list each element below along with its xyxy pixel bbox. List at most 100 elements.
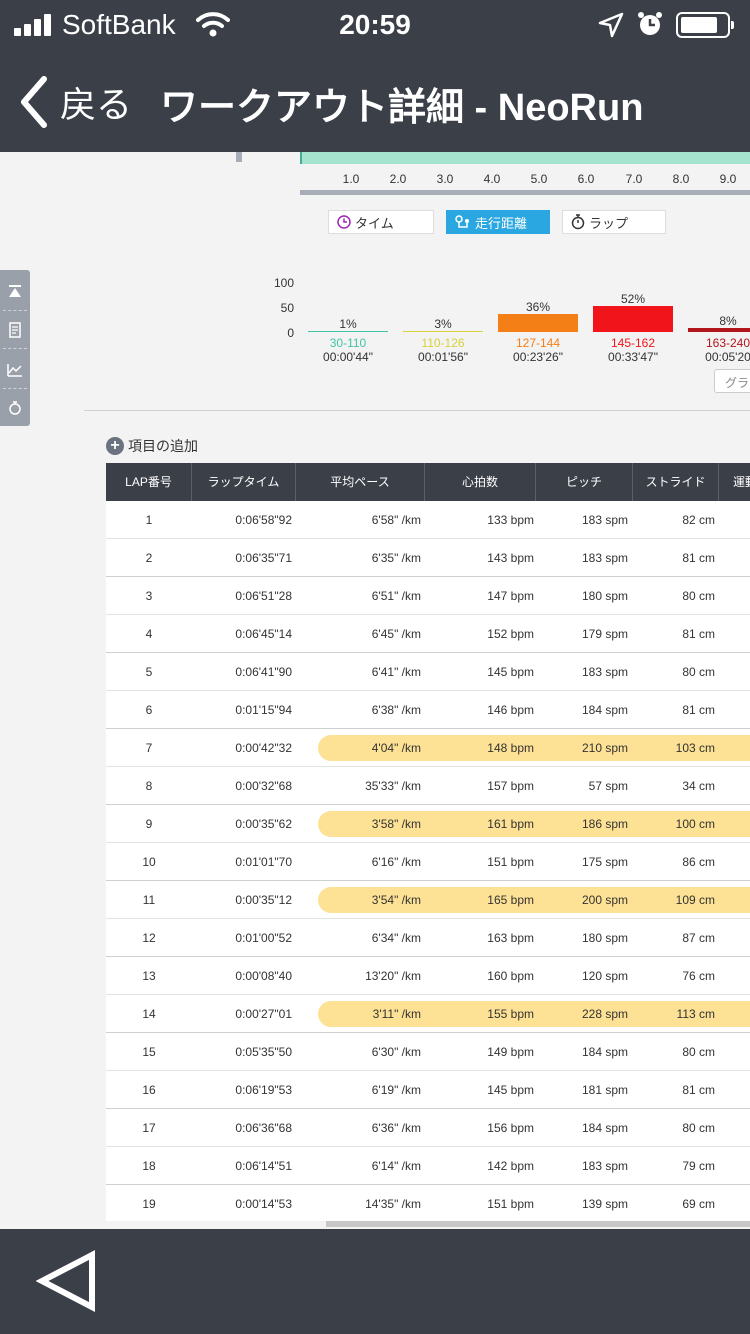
table-row[interactable]: 17 0:06'36"68 6'36" /km 156 bpm 184 spm 80 cm: [106, 1109, 750, 1147]
cell-lap-time: 0:00'08"40: [235, 969, 292, 983]
table-row[interactable]: 5 0:06'41"90 6'41" /km 145 bpm 183 spm 80 cm: [106, 653, 750, 691]
table-row[interactable]: 6 0:01'15"94 6'38" /km 146 bpm 184 spm 81 cm: [106, 691, 750, 729]
cell-lap-number: 19: [142, 1197, 156, 1211]
zone-percent: 36%: [525, 300, 551, 314]
cell-lap-number: 9: [145, 817, 153, 831]
table-row[interactable]: 13 0:00'08"40 13'20" /km 160 bpm 120 spm 76 c…: [106, 957, 750, 995]
table-row[interactable]: 8 0:00'32"68 35'33" /km 157 bpm 57 spm 34 cm: [106, 767, 750, 805]
cell-lap-time: 0:06'36"68: [235, 1121, 292, 1135]
table-row[interactable]: 19 0:00'14"53 14'35" /km 151 bpm 139 spm 69 c…: [106, 1185, 750, 1223]
cell-stride: 79 cm: [682, 1159, 715, 1173]
cell-avg-pace: 6'41" /km: [371, 665, 421, 679]
y-tick: 100: [273, 276, 294, 290]
col-pitch[interactable]: ピッチ: [536, 463, 633, 501]
chart-icon[interactable]: [5, 360, 25, 380]
table-row[interactable]: 3 0:06'51"28 6'51" /km 147 bpm 180 spm 80 cm: [106, 577, 750, 615]
graph-button[interactable]: グラ: [714, 369, 750, 393]
x-tick: 9.0: [719, 172, 737, 186]
back-button[interactable]: 戻る: [16, 74, 132, 130]
table-row[interactable]: 15 0:05'35"50 6'30" /km 149 bpm 184 spm 80 cm: [106, 1033, 750, 1071]
cell-lap-time: 0:00'32"68: [235, 779, 292, 793]
cell-lap-number: 4: [145, 627, 153, 641]
zone-percent: 8%: [719, 314, 737, 328]
cell-lap-number: 5: [145, 665, 153, 679]
col-exercise[interactable]: 運動: [719, 463, 750, 501]
table-row[interactable]: 16 0:06'19"53 6'19" /km 145 bpm 181 spm 81 cm: [106, 1071, 750, 1109]
col-lap-time[interactable]: ラップタイム: [192, 463, 296, 501]
table-header: LAP番号 ラップタイム 平均ペース 心拍数 ピッチ ストライド 運動: [106, 463, 750, 501]
cell-heart-rate: 155 bpm: [487, 1007, 534, 1021]
graph-scroll-stub: [236, 152, 242, 162]
tab-lap-label: ラップ: [589, 215, 629, 231]
table-row[interactable]: 11 0:00'35"12 3'54" /km 165 bpm 200 spm 109 c…: [106, 881, 750, 919]
notes-icon[interactable]: [5, 320, 25, 340]
zone-range: 163-240: [705, 336, 750, 350]
tab-time[interactable]: タイム: [328, 210, 434, 234]
table-row[interactable]: 4 0:06'45"14 6'45" /km 152 bpm 179 spm 81 cm: [106, 615, 750, 653]
zone-bar: [688, 328, 750, 332]
col-stride[interactable]: ストライド: [633, 463, 719, 501]
bottom-bar: [0, 1229, 750, 1334]
stopwatch-icon[interactable]: [5, 398, 25, 418]
col-lap-number[interactable]: LAP番号: [106, 463, 192, 501]
table-row[interactable]: 18 0:06'14"51 6'14" /km 142 bpm 183 spm 79 cm: [106, 1147, 750, 1185]
heart-rate-zone-chart: 100 50 0 1% 30-110 00:00'44" 3% 110-126 00:01…: [270, 270, 750, 380]
x-tick: 4.0: [483, 172, 501, 186]
scroll-top-icon[interactable]: [5, 282, 25, 302]
alarm-clock-icon: [638, 12, 662, 35]
cell-stride: 80 cm: [682, 589, 715, 603]
back-triangle-icon[interactable]: [36, 1249, 100, 1313]
cell-lap-time: 0:06'35"71: [235, 551, 292, 565]
table-row[interactable]: 12 0:01'00"52 6'34" /km 163 bpm 180 spm 87 cm: [106, 919, 750, 957]
page-title: ワークアウト詳細 - NeoRun: [160, 87, 644, 129]
cell-heart-rate: 151 bpm: [487, 1197, 534, 1211]
cell-pitch: 57 spm: [588, 779, 628, 793]
cell-stride: 81 cm: [682, 627, 715, 641]
zone-range: 145-162: [610, 336, 656, 350]
cell-avg-pace: 6'16" /km: [371, 855, 421, 869]
cell-pitch: 180 spm: [581, 589, 628, 603]
table-row[interactable]: 9 0:00'35"62 3'58" /km 161 bpm 186 spm 100 cm: [106, 805, 750, 843]
route-icon: [455, 215, 469, 228]
table-row[interactable]: 14 0:00'27"01 3'11" /km 155 bpm 228 spm 113 c…: [106, 995, 750, 1033]
graph-scrollbar[interactable]: [300, 190, 750, 195]
graph-area-strip: [300, 152, 750, 164]
zone-bar: [593, 306, 673, 332]
clock-icon: [337, 215, 351, 229]
cell-avg-pace: 6'34" /km: [371, 931, 421, 945]
cell-lap-number: 16: [142, 1083, 156, 1097]
back-button-label: 戻る: [60, 84, 133, 125]
table-row[interactable]: 1 0:06'58"92 6'58" /km 133 bpm 183 spm 82 cm: [106, 501, 750, 539]
table-row[interactable]: 7 0:00'42"32 4'04" /km 148 bpm 210 spm 103 cm: [106, 729, 750, 767]
cell-stride: 34 cm: [682, 779, 715, 793]
table-row[interactable]: 10 0:01'01"70 6'16" /km 151 bpm 175 spm 86 cm: [106, 843, 750, 881]
cell-pitch: 184 spm: [581, 703, 628, 717]
table-horizontal-scrollbar[interactable]: [106, 1221, 750, 1227]
cell-heart-rate: 149 bpm: [487, 1045, 534, 1059]
zone-bar: [498, 314, 578, 332]
tab-distance[interactable]: 走行距離: [446, 210, 550, 234]
cell-lap-time: 0:01'00"52: [235, 931, 292, 945]
cell-heart-rate: 143 bpm: [487, 551, 534, 565]
cell-heart-rate: 145 bpm: [487, 665, 534, 679]
graph-mode-tabs: タイム 走行距離 ラップ: [328, 210, 666, 234]
cell-heart-rate: 142 bpm: [487, 1159, 534, 1173]
cell-lap-time: 0:00'27"01: [235, 1007, 292, 1021]
col-avg-pace[interactable]: 平均ペース: [296, 463, 425, 501]
cell-avg-pace: 3'54" /km: [371, 893, 421, 907]
zone-column: 52% 145-162 00:33'47": [593, 270, 673, 370]
col-heart-rate[interactable]: 心拍数: [425, 463, 536, 501]
zone-range: 127-144: [515, 336, 561, 350]
cell-lap-number: 1: [145, 513, 153, 527]
tab-lap[interactable]: ラップ: [562, 210, 666, 234]
y-tick: 50: [280, 301, 294, 315]
cell-heart-rate: 133 bpm: [487, 513, 534, 527]
cell-avg-pace: 4'04" /km: [371, 741, 421, 755]
cell-lap-time: 0:06'41"90: [235, 665, 292, 679]
table-row[interactable]: 2 0:06'35"71 6'35" /km 143 bpm 183 spm 81 cm: [106, 539, 750, 577]
cell-pitch: 184 spm: [581, 1045, 628, 1059]
add-item-button[interactable]: + 項目の追加: [106, 436, 198, 456]
cell-heart-rate: 165 bpm: [487, 893, 534, 907]
cell-avg-pace: 3'58" /km: [371, 817, 421, 831]
cell-avg-pace: 3'11" /km: [372, 1007, 421, 1021]
